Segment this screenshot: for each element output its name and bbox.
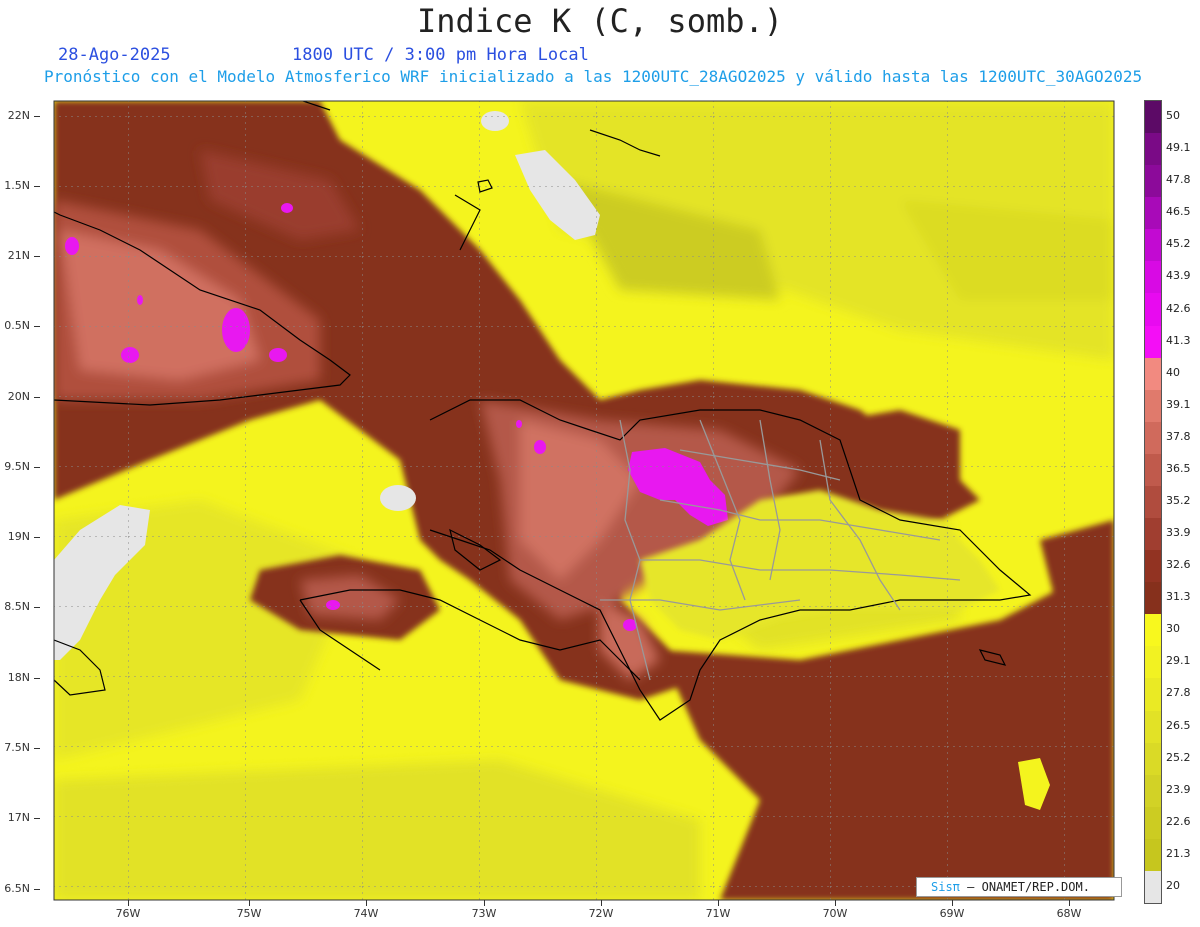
lat-label: 17N: [7, 811, 30, 824]
lon-tick: [601, 900, 602, 906]
legend-label: 32.6: [1166, 558, 1191, 572]
legend-label: 35.2: [1166, 494, 1191, 507]
lat-tick: [34, 186, 40, 187]
legend-swatch: [1145, 101, 1161, 134]
legend-label: 40: [1166, 365, 1180, 379]
lon-tick: [718, 900, 719, 906]
lon-tick: [1069, 900, 1070, 906]
legend-label: 37.8: [1166, 429, 1191, 443]
legend-swatch: [1145, 421, 1161, 455]
lat-tick: [34, 678, 40, 679]
lat-tick: [34, 467, 40, 468]
lat-label: 19N: [7, 530, 30, 543]
credit-org: – ONAMET/REP.DOM.: [967, 880, 1090, 894]
lat-label: 0.5N: [4, 319, 30, 332]
legend-label: 39.1: [1166, 397, 1191, 411]
legend-swatch: [1145, 325, 1161, 359]
lat-label: 7.5N: [4, 741, 30, 754]
legend-label: 31.3: [1166, 590, 1191, 604]
legend-label: 30: [1166, 622, 1180, 636]
lon-label: 69W: [939, 907, 965, 920]
lat-label: 8.5N: [4, 600, 30, 613]
legend-label: 50: [1166, 109, 1180, 123]
lat-label: 21N: [7, 249, 30, 262]
legend-swatch: [1145, 742, 1161, 776]
legend-swatch: [1145, 550, 1161, 583]
legend-label: 22.6: [1166, 814, 1191, 828]
lat-tick: [34, 748, 40, 749]
legend-swatch: [1145, 838, 1161, 872]
lon-tick: [366, 900, 367, 906]
lon-label: 68W: [1056, 907, 1082, 920]
legend-swatch: [1145, 870, 1161, 904]
legend-label: 21.3: [1166, 846, 1191, 860]
legend-swatch: [1145, 293, 1161, 327]
legend-label: 27.8: [1166, 686, 1191, 700]
lat-label: 20N: [7, 390, 30, 403]
legend-label: 41.3: [1166, 333, 1191, 347]
lat-tick: [34, 889, 40, 890]
credit-box: Sisπ – ONAMET/REP.DOM.: [916, 877, 1122, 897]
lat-label: 1.5N: [4, 179, 30, 192]
map-grid: [54, 101, 1114, 900]
lat-label: 9.5N: [4, 460, 30, 473]
lon-label: 70W: [822, 907, 848, 920]
legend-swatch: [1145, 646, 1161, 679]
legend-swatch: [1145, 261, 1161, 294]
legend-swatch: [1145, 518, 1161, 551]
legend-swatch: [1145, 614, 1161, 647]
legend-swatch: [1145, 165, 1161, 198]
legend-label: 33.9: [1166, 526, 1191, 540]
legend-swatch: [1145, 806, 1161, 840]
lat-tick: [34, 537, 40, 538]
map-canvas: [53, 100, 1115, 901]
legend-swatch: [1145, 774, 1161, 808]
lat-label: 22N: [7, 109, 30, 122]
lat-tick: [34, 256, 40, 257]
legend-swatch: [1145, 197, 1161, 230]
legend-label: 42.6: [1166, 301, 1191, 315]
lon-label: 73W: [471, 907, 497, 920]
lon-tick: [835, 900, 836, 906]
legend-swatch: [1145, 582, 1161, 615]
lon-label: 72W: [588, 907, 614, 920]
lat-tick: [34, 116, 40, 117]
lat-label: 18N: [7, 671, 30, 684]
legend-label: 45.2: [1166, 237, 1191, 251]
lon-label: 75W: [236, 907, 262, 920]
legend-swatch: [1145, 678, 1161, 712]
lat-tick: [34, 607, 40, 608]
lon-tick: [484, 900, 485, 906]
lon-tick: [128, 900, 129, 906]
lat-label: 6.5N: [4, 882, 30, 895]
legend-swatch: [1145, 389, 1161, 423]
legend-label: 25.2: [1166, 750, 1191, 764]
lon-tick: [249, 900, 250, 906]
lat-tick: [34, 326, 40, 327]
legend-label: 29.1: [1166, 654, 1191, 668]
legend-label: 26.5: [1166, 718, 1191, 732]
legend-label: 23.9: [1166, 782, 1191, 796]
legend-label: 36.5: [1166, 461, 1191, 475]
legend-label: 20: [1166, 878, 1180, 892]
legend-label: 47.8: [1166, 173, 1191, 187]
lon-tick: [952, 900, 953, 906]
legend-swatch: [1145, 453, 1161, 487]
lon-label: 71W: [705, 907, 731, 920]
legend-swatch: [1145, 485, 1161, 519]
legend-label: 49.1: [1166, 141, 1191, 155]
legend-swatch: [1145, 710, 1161, 744]
legend-swatch: [1145, 229, 1161, 262]
legend-label: 43.9: [1166, 269, 1191, 283]
color-legend: [1144, 100, 1162, 904]
lat-tick: [34, 818, 40, 819]
lon-label: 76W: [115, 907, 141, 920]
lat-tick: [34, 397, 40, 398]
legend-swatch: [1145, 133, 1161, 166]
credit-sis: Sisπ: [931, 880, 960, 894]
legend-label: 46.5: [1166, 205, 1191, 219]
legend-swatch: [1145, 357, 1161, 391]
lon-label: 74W: [353, 907, 379, 920]
